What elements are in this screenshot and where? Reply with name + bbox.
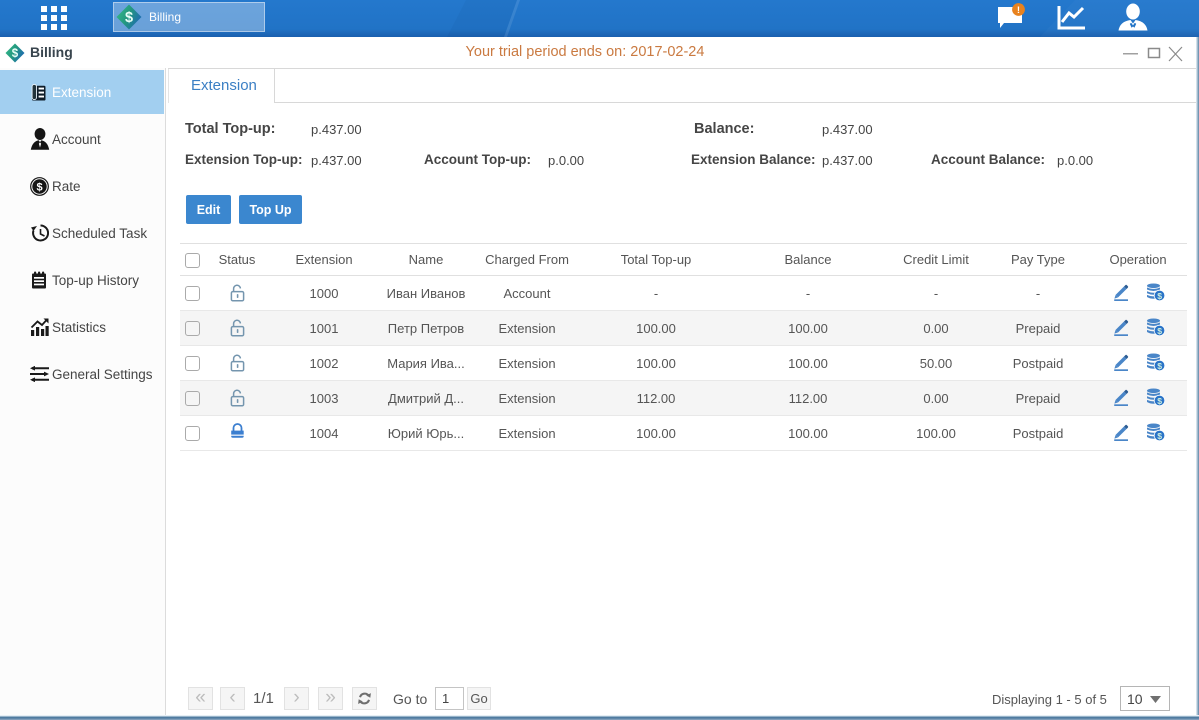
svg-text:$: $ xyxy=(125,10,133,26)
svg-text:$: $ xyxy=(36,181,42,193)
svg-text:$: $ xyxy=(1157,290,1162,300)
svg-text:$: $ xyxy=(1157,430,1162,440)
svg-text:$: $ xyxy=(1157,360,1162,370)
svg-text:!: ! xyxy=(1017,5,1020,16)
svg-text:$: $ xyxy=(1157,395,1162,405)
svg-text:$: $ xyxy=(1157,325,1162,335)
